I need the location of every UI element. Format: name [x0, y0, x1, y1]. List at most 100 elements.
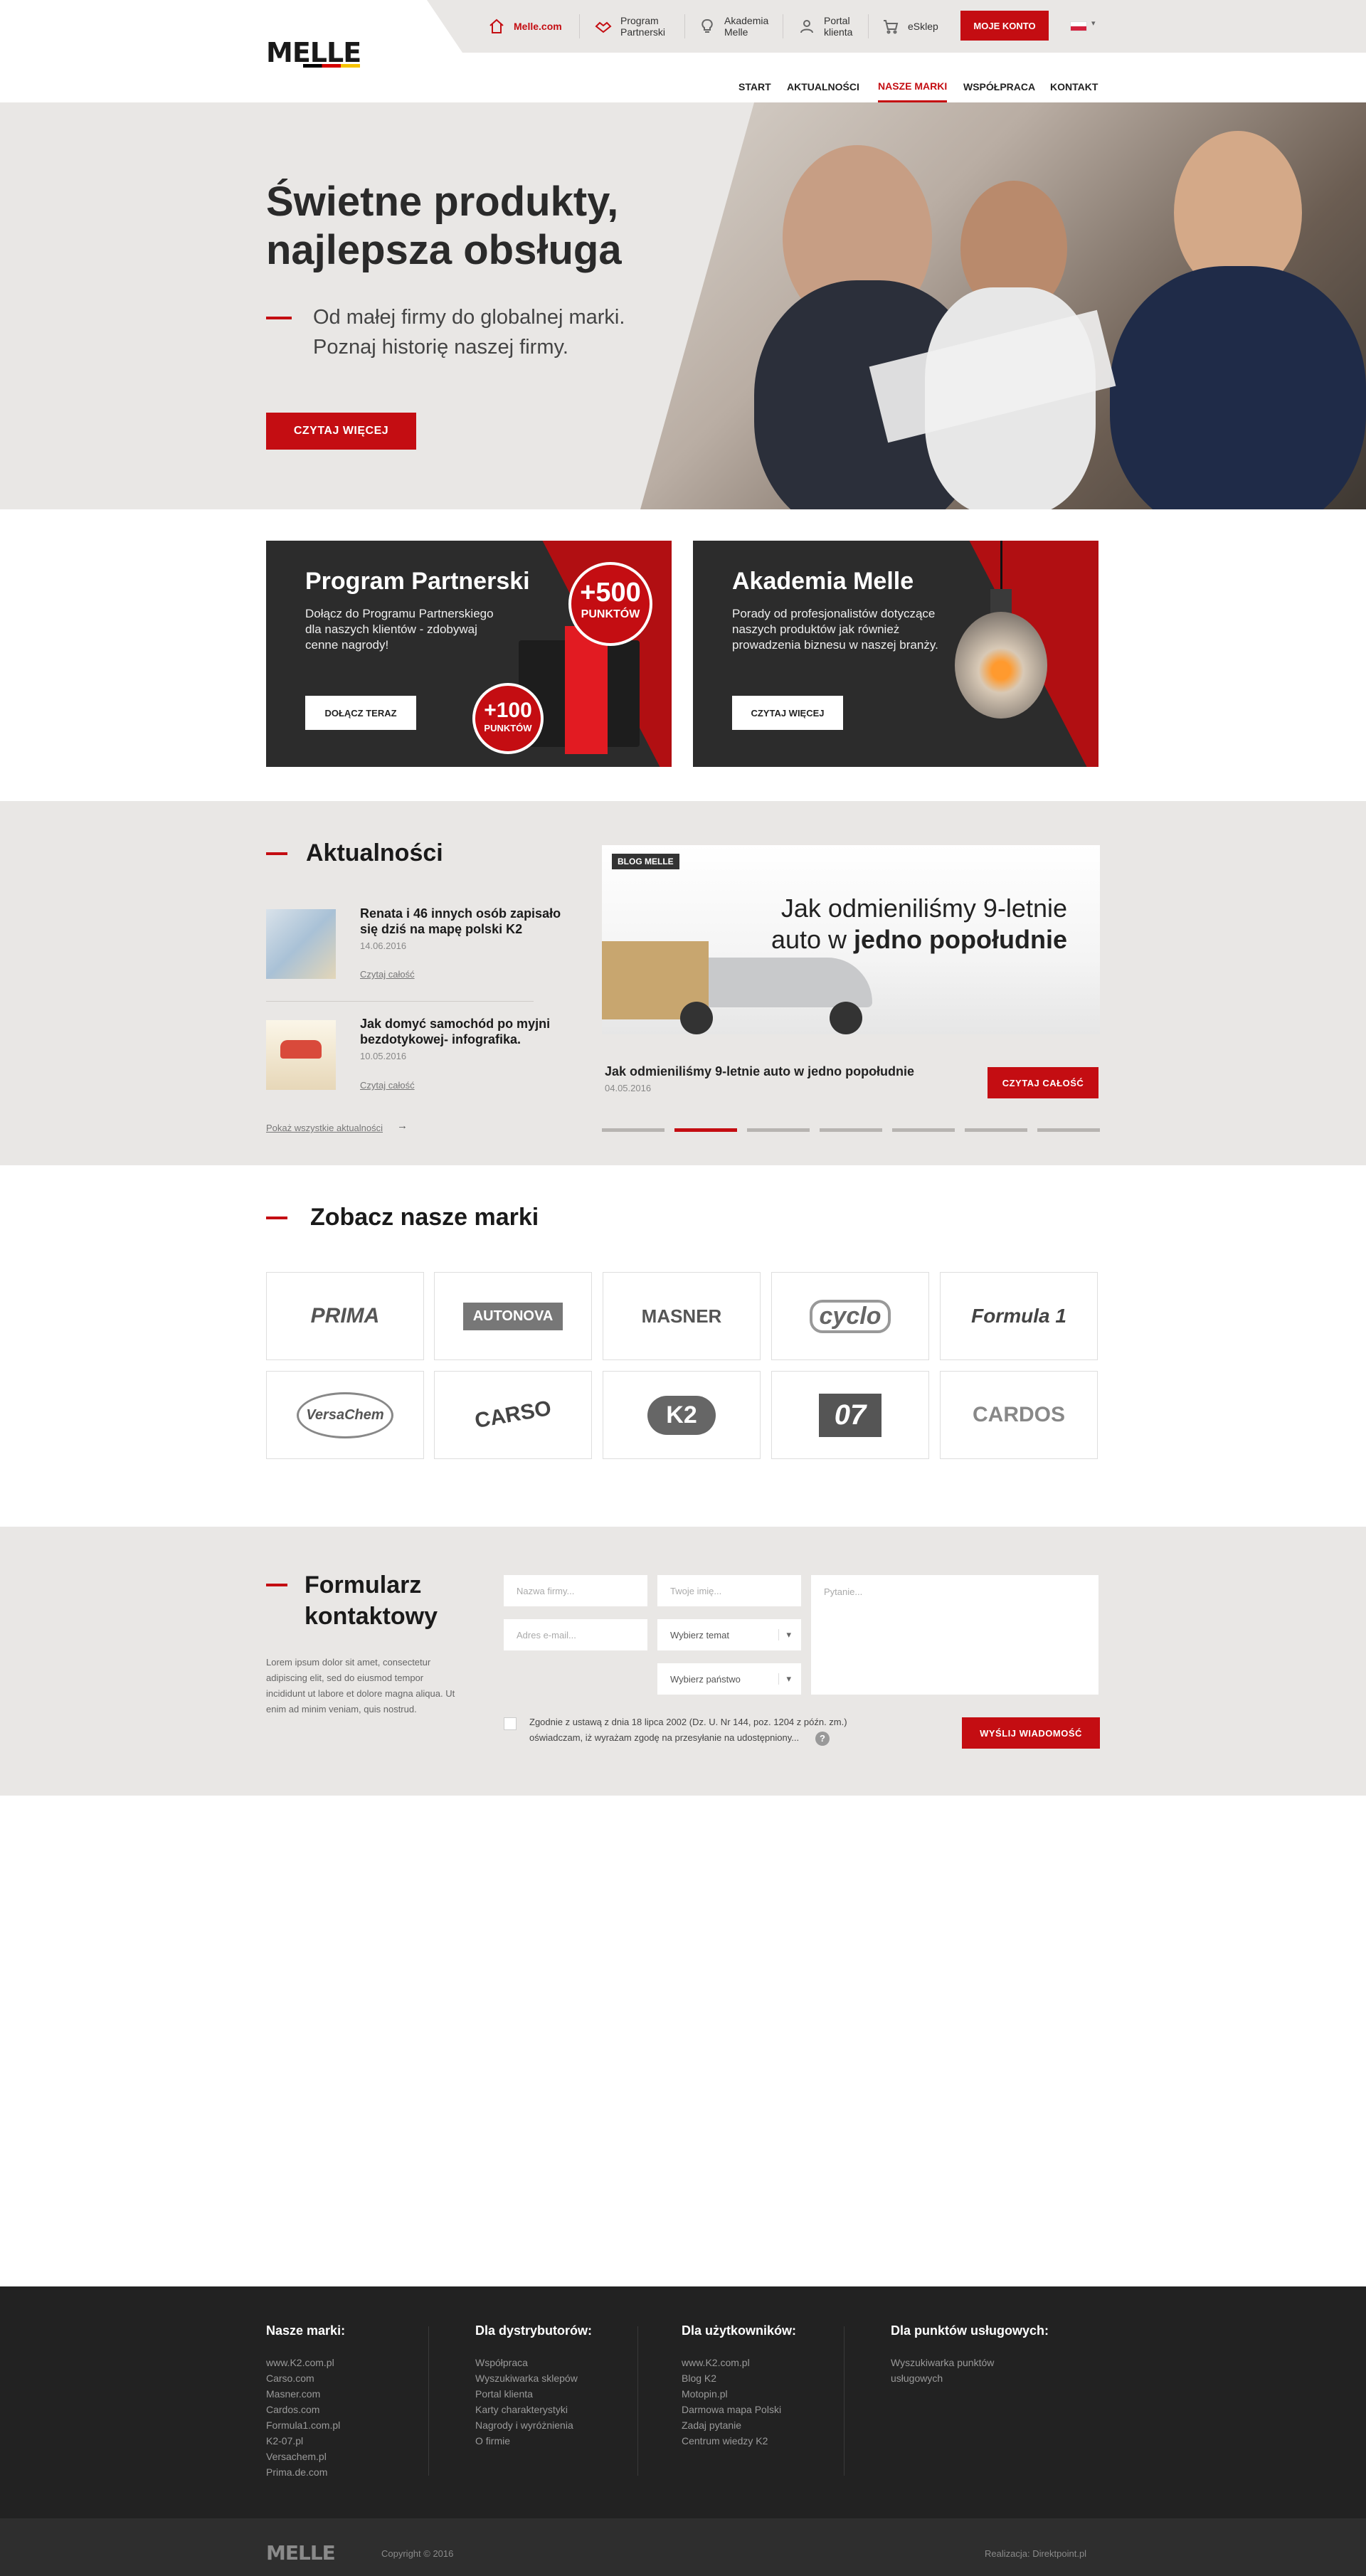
company-name-input[interactable]: Nazwa firmy... [504, 1575, 647, 1606]
footer-link[interactable]: Masner.com [266, 2386, 437, 2402]
divider [868, 14, 869, 38]
email-input[interactable]: Adres e-mail... [504, 1619, 647, 1650]
join-now-button[interactable]: DOŁĄCZ TERAZ [305, 696, 416, 730]
footer-link[interactable]: www.K2.com.pl [682, 2355, 852, 2370]
footer-link[interactable]: Wyszukiwarka punktów usługowych [891, 2355, 1005, 2386]
footer-link[interactable]: Wyszukiwarka sklepów [475, 2370, 646, 2386]
news-item-date: 10.05.2016 [360, 1051, 407, 1061]
melle-logo[interactable]: MELLE [266, 38, 396, 68]
slider-dot-active[interactable] [674, 1128, 737, 1132]
slider-dot[interactable] [820, 1128, 882, 1132]
topbar-item-label: Program Partnerski [620, 15, 666, 38]
topbar-melle-com[interactable]: Melle.com [488, 10, 562, 43]
footer-link[interactable]: Centrum wiedzy K2 [682, 2433, 852, 2449]
footer-link[interactable]: Formula1.com.pl [266, 2417, 437, 2433]
slider-dot[interactable] [892, 1128, 955, 1132]
news-heading: Aktualności [306, 839, 443, 866]
topbar-esklep[interactable]: eSklep [882, 10, 938, 43]
footer-logo[interactable]: MELLE [266, 2541, 336, 2565]
hero-read-more-button[interactable]: CZYTAJ WIĘCEJ [266, 413, 416, 450]
slider-dot[interactable] [1037, 1128, 1100, 1132]
news-item-title[interactable]: Renata i 46 innych osób zapisało się dzi… [360, 906, 566, 937]
hero-subtitle: Od małej firmy do globalnej marki. Poznaj… [313, 306, 625, 359]
footer-link[interactable]: Darmowa mapa Polski [682, 2402, 852, 2417]
nav-wspolpraca[interactable]: WSPÓŁPRACA [963, 71, 1035, 102]
country-select[interactable]: Wybierz państwo ▾ [657, 1663, 801, 1695]
slider-dot[interactable] [747, 1128, 810, 1132]
topbar-program-partnerski[interactable]: Program Partnerski [595, 10, 665, 43]
help-icon[interactable]: ? [815, 1732, 830, 1746]
brand-versachem[interactable]: VersaChem [266, 1371, 424, 1459]
brand-carso[interactable]: CARSO [434, 1371, 592, 1459]
brand-prima[interactable]: PRIMA [266, 1272, 424, 1360]
brand-autonova[interactable]: AUTONOVA [434, 1272, 592, 1360]
promo-text: Dołącz do Programu Partnerskiego dla nas… [305, 607, 494, 652]
blog-read-more-button[interactable]: CZYTAJ CAŁOŚĆ [988, 1067, 1098, 1098]
send-message-button[interactable]: WYŚLIJ WIADOMOŚĆ [962, 1717, 1100, 1749]
footer-link[interactable]: Współpraca [475, 2355, 646, 2370]
consent-checkbox[interactable] [504, 1717, 517, 1730]
promo-program-partnerski[interactable]: Program Partnerski Dołącz do Programu Pa… [266, 541, 672, 767]
footer-link[interactable]: Versachem.pl [266, 2449, 437, 2464]
news-thumbnail-map[interactable] [266, 909, 336, 979]
chevron-down-icon: ▾ [778, 1629, 791, 1641]
footer-heading-distributors: Dla dystrybutorów: [475, 2323, 593, 2338]
footer-link[interactable]: Karty charakterystyki [475, 2402, 646, 2417]
brand-k2[interactable]: K2 [603, 1371, 761, 1459]
news-read-more-link[interactable]: Czytaj całość [360, 1080, 415, 1091]
footer-links-distributors: Współpraca Wyszukiwarka sklepów Portal k… [475, 2355, 646, 2449]
slider-dot[interactable] [602, 1128, 665, 1132]
footer-link[interactable]: Prima.de.com [266, 2464, 437, 2480]
footer-link[interactable]: Blog K2 [682, 2370, 852, 2386]
news-item-title[interactable]: Jak domyć samochód po myjni bezdotykowej… [360, 1016, 566, 1047]
all-news-link[interactable]: Pokaż wszystkie aktualności [266, 1123, 383, 1133]
brand-masner[interactable]: MASNER [603, 1272, 761, 1360]
footer-link[interactable]: Zadaj pytanie [682, 2417, 852, 2433]
footer-link[interactable]: www.K2.com.pl [266, 2355, 437, 2370]
nav-kontakt[interactable]: KONTAKT [1050, 71, 1098, 102]
footer-link[interactable]: Motopin.pl [682, 2386, 852, 2402]
nav-start[interactable]: START [738, 71, 771, 102]
divider [266, 1001, 534, 1002]
news-read-more-link[interactable]: Czytaj całość [360, 969, 415, 980]
brand-cyclo[interactable]: cyclo [771, 1272, 929, 1360]
footer-link[interactable]: O firmie [475, 2433, 646, 2449]
question-textarea[interactable]: Pytanie... [811, 1575, 1098, 1695]
slider-dot[interactable] [965, 1128, 1027, 1132]
nav-aktualnosci[interactable]: AKTUALNOŚCI [787, 71, 859, 102]
form-description: Lorem ipsum dolor sit amet, consectetur … [266, 1657, 455, 1714]
footer-links-users: www.K2.com.pl Blog K2 Motopin.pl Darmowa… [682, 2355, 852, 2449]
blog-caption[interactable]: Jak odmieniliśmy 9-letnie auto w jedno p… [605, 1064, 914, 1079]
brand-formula-1[interactable]: Formula 1 [940, 1272, 1098, 1360]
my-account-button[interactable]: MOJE KONTO [960, 11, 1049, 41]
nav-nasze-marki[interactable]: NASZE MARKI [878, 71, 948, 102]
brands-heading: Zobacz nasze marki [310, 1204, 539, 1231]
topbar-item-label: Melle.com [514, 21, 562, 32]
divider [637, 2326, 638, 2476]
hero-photo [640, 102, 1366, 509]
footer-link[interactable]: Nagrody i wyróżnienia [475, 2417, 646, 2433]
accent-line [266, 1217, 287, 1219]
brand-cardos[interactable]: CARDOS [940, 1371, 1098, 1459]
footer-link[interactable]: K2-07.pl [266, 2433, 437, 2449]
footer-link[interactable]: Carso.com [266, 2370, 437, 2386]
news-thumbnail-infographic[interactable] [266, 1020, 336, 1090]
badge-500-points: +500 PUNKTÓW [568, 562, 652, 646]
promo-title: Program Partnerski [305, 568, 530, 595]
chevron-down-icon[interactable]: ▾ [1091, 18, 1096, 28]
footer-links-brands: www.K2.com.pl Carso.com Masner.com Cardo… [266, 2355, 437, 2480]
footer-bottom-bar [0, 2518, 1366, 2576]
footer-link[interactable]: Portal klienta [475, 2386, 646, 2402]
read-more-button[interactable]: CZYTAJ WIĘCEJ [732, 696, 843, 730]
footer-link[interactable]: Cardos.com [266, 2402, 437, 2417]
topbar-portal-klienta[interactable]: Portal klienta [798, 10, 852, 43]
handshake-icon [595, 21, 612, 33]
arrow-right-icon[interactable]: → [397, 1120, 408, 1132]
topic-select[interactable]: Wybierz temat ▾ [657, 1619, 801, 1650]
promo-akademia-melle[interactable]: Akademia Melle Porady od profesjonalistó… [693, 541, 1098, 767]
agency-credit[interactable]: Realizacja: Direktpoint.pl [985, 2548, 1086, 2559]
your-name-input[interactable]: Twoje imię... [657, 1575, 801, 1606]
polish-flag-icon[interactable] [1070, 21, 1087, 31]
brand-07[interactable]: 07 [771, 1371, 929, 1459]
topbar-akademia-melle[interactable]: Akademia Melle [699, 10, 768, 43]
